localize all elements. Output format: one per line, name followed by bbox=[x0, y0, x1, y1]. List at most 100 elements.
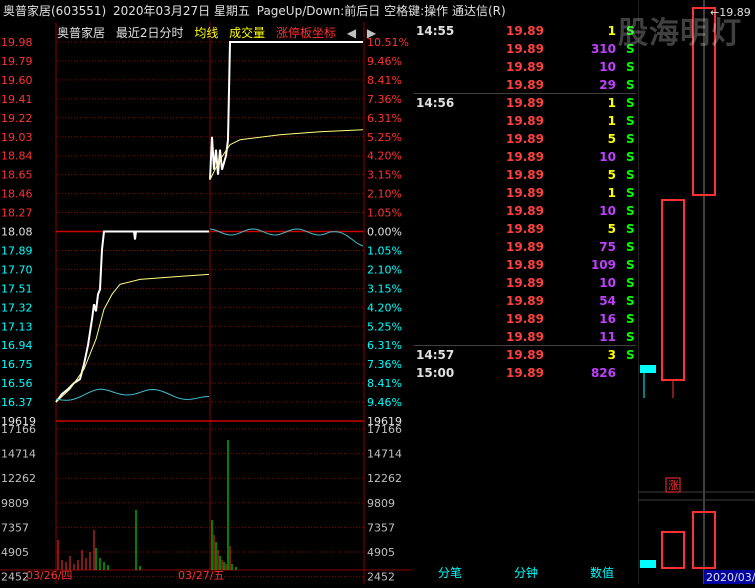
chevron-left-icon[interactable]: ◀ bbox=[347, 26, 356, 40]
tick-row[interactable]: 14:55 19.89 1 S bbox=[414, 22, 636, 40]
tick-row[interactable]: 19.89 10 S bbox=[414, 274, 636, 292]
date-title: 2020年03月27日 星期五 bbox=[113, 4, 250, 18]
kline-panel[interactable]: ←19.89 涨 2020/03/ bbox=[637, 0, 755, 584]
price-label-left: 18.84 bbox=[1, 150, 33, 163]
pct-label-right: 2.10% bbox=[367, 188, 402, 201]
tick-row[interactable]: 19.89 11 S bbox=[414, 328, 636, 346]
tick-volume: 10 bbox=[599, 150, 616, 164]
tick-volume: 10 bbox=[599, 276, 616, 290]
tick-row[interactable]: 19.89 1 S bbox=[414, 184, 636, 202]
tick-row[interactable]: 15:00 19.89 826 bbox=[414, 364, 636, 382]
legend-period: 最近2日分时 bbox=[115, 26, 184, 40]
tick-direction: S bbox=[626, 114, 635, 128]
volume-label-right: 9809 bbox=[367, 497, 395, 510]
tick-row[interactable]: 19.89 5 S bbox=[414, 220, 636, 238]
intraday-chart[interactable]: 19.98 10.51% 19.79 9.46% 19.60 8.41% 19.41 7.36… bbox=[0, 22, 412, 584]
tick-volume: 1 bbox=[607, 114, 616, 128]
tick-direction: S bbox=[626, 222, 635, 236]
tick-row[interactable]: 14:56 19.89 1 S bbox=[414, 94, 636, 112]
tick-list[interactable]: 14:55 19.89 1 S 19.89 310 S 19.89 10 S 19.89 29 S 14:… bbox=[414, 22, 636, 562]
pct-label-right: 7.36% bbox=[367, 93, 402, 106]
tick-direction: S bbox=[626, 78, 635, 92]
tick-price: 19.89 bbox=[506, 312, 544, 326]
pct-label-right: 6.31% bbox=[367, 112, 402, 125]
legend-avg[interactable]: 均线 bbox=[194, 26, 218, 40]
tick-price: 19.89 bbox=[506, 42, 544, 56]
zhang-label: 涨 bbox=[668, 479, 679, 492]
tick-row[interactable]: 14:57 19.89 3 S bbox=[414, 346, 636, 364]
price-label-left: 17.70 bbox=[1, 263, 33, 276]
pct-label-right: 4.20% bbox=[367, 301, 402, 314]
tick-direction: S bbox=[626, 330, 635, 344]
price-label-left: 18.65 bbox=[1, 169, 33, 182]
tick-row[interactable]: 19.89 29 S bbox=[414, 76, 636, 94]
tick-price: 19.89 bbox=[506, 114, 544, 128]
volume-label-left: 2452 bbox=[1, 571, 29, 584]
pct-label-right: 3.15% bbox=[367, 282, 402, 295]
tick-row[interactable]: 19.89 5 S bbox=[414, 166, 636, 184]
tick-row[interactable]: 19.89 10 S bbox=[414, 58, 636, 76]
price-label-left: 17.51 bbox=[1, 282, 33, 295]
pct-label-right: 9.46% bbox=[367, 55, 402, 68]
tick-volume: 109 bbox=[590, 258, 616, 272]
tick-price: 19.89 bbox=[506, 294, 544, 308]
tick-time: 14:56 bbox=[416, 96, 455, 110]
tick-volume: 1 bbox=[607, 24, 616, 38]
tick-row[interactable]: 19.89 310 S bbox=[414, 40, 636, 58]
tick-row[interactable]: 19.89 75 S bbox=[414, 238, 636, 256]
tick-row[interactable]: 19.89 109 S bbox=[414, 256, 636, 274]
legend-volume[interactable]: 成交量 bbox=[229, 26, 265, 40]
candle-1 bbox=[640, 365, 656, 373]
tick-price: 19.89 bbox=[506, 60, 544, 74]
price-line-day2 bbox=[209, 41, 363, 180]
tick-volume: 5 bbox=[607, 132, 616, 146]
avg-line-day1 bbox=[55, 273, 210, 403]
avg-line-day2 bbox=[209, 129, 364, 180]
price-label-left: 16.37 bbox=[1, 396, 33, 409]
tick-row[interactable]: 19.89 1 S bbox=[414, 112, 636, 130]
price-label-left: 19.60 bbox=[1, 74, 33, 87]
tick-volume: 29 bbox=[599, 78, 616, 92]
tick-price: 19.89 bbox=[506, 276, 544, 290]
pct-label-right: 5.25% bbox=[367, 320, 402, 333]
tick-direction: S bbox=[626, 96, 635, 110]
pct-label-right: 5.25% bbox=[367, 131, 402, 144]
tick-row[interactable]: 19.89 10 S bbox=[414, 202, 636, 220]
tick-time: 15:00 bbox=[416, 366, 455, 380]
volume-label-left: 4905 bbox=[1, 546, 29, 559]
pct-label-right: 1.05% bbox=[367, 207, 402, 220]
volume-label-right: 17166 bbox=[367, 423, 402, 436]
tick-price: 19.89 bbox=[506, 150, 544, 164]
chevron-right-icon[interactable]: ▶ bbox=[367, 26, 376, 40]
volume-label-left: 9809 bbox=[1, 497, 29, 510]
price-label-left: 19.41 bbox=[1, 93, 33, 106]
tab-values[interactable]: 数值 bbox=[590, 562, 614, 584]
tab-ticks[interactable]: 分笔 bbox=[438, 562, 462, 584]
tick-volume: 1 bbox=[607, 186, 616, 200]
tick-row[interactable]: 19.89 5 S bbox=[414, 130, 636, 148]
volume-label-right: 4905 bbox=[367, 546, 395, 559]
tick-row[interactable]: 19.89 10 S bbox=[414, 148, 636, 166]
tick-row[interactable]: 19.89 54 S bbox=[414, 292, 636, 310]
tick-direction: S bbox=[626, 168, 635, 182]
price-label-left: 19.98 bbox=[1, 36, 33, 49]
bottom-tabs: 分笔 分钟 数值 bbox=[414, 562, 636, 584]
tick-volume: 10 bbox=[599, 204, 616, 218]
stock-title: 奥普家居(603551) bbox=[3, 4, 107, 18]
price-label-left: 19.79 bbox=[1, 55, 33, 68]
price-label-left: 16.56 bbox=[1, 377, 33, 390]
pct-label-right: 8.41% bbox=[367, 377, 402, 390]
tick-divider bbox=[414, 345, 636, 346]
tick-direction: S bbox=[626, 150, 635, 164]
legend-limit[interactable]: 涨停板坐标 bbox=[276, 26, 336, 40]
pct-label-right: 7.36% bbox=[367, 358, 402, 371]
price-label-left: 17.13 bbox=[1, 320, 33, 333]
volume-label-left: 17166 bbox=[1, 423, 36, 436]
tab-minute[interactable]: 分钟 bbox=[514, 562, 538, 584]
tick-volume: 826 bbox=[590, 366, 616, 380]
tick-direction: S bbox=[626, 276, 635, 290]
kvol-1 bbox=[640, 560, 656, 568]
price-label-left: 18.46 bbox=[1, 188, 33, 201]
tick-row[interactable]: 19.89 16 S bbox=[414, 310, 636, 328]
date-label-day2: 03/27/五 bbox=[178, 569, 224, 582]
